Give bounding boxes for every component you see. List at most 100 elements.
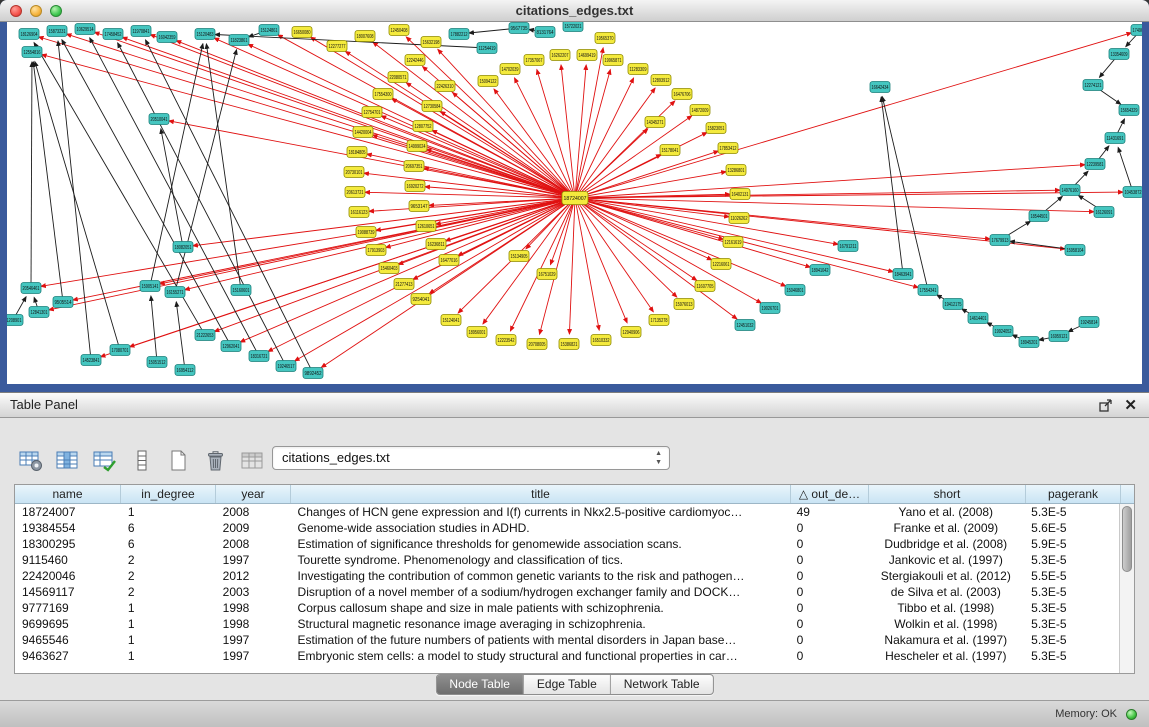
graph-node[interactable]: 8131764	[535, 27, 555, 38]
graph-node[interactable]: 18463941	[893, 269, 913, 280]
graph-node[interactable]: 18956001	[467, 327, 487, 338]
graph-node[interactable]: 11026262	[729, 213, 749, 224]
graph-node[interactable]: 22080571	[388, 72, 408, 83]
graph-node[interactable]: 18126904	[19, 29, 39, 40]
graph-node[interactable]: 15654329	[1119, 105, 1139, 116]
close-window-button[interactable]	[10, 5, 22, 17]
graph-edge[interactable]	[569, 203, 574, 334]
graph-node[interactable]: 19924052	[993, 326, 1013, 337]
graph-edge[interactable]	[151, 296, 157, 357]
table-row[interactable]: 1456911722003Disruption of a novel membe…	[15, 584, 1119, 600]
graph-node[interactable]: 9653147	[409, 201, 429, 212]
graph-node[interactable]: 14420004	[353, 127, 373, 138]
graph-node[interactable]: 12274121	[1083, 80, 1103, 91]
column-header-out_degree[interactable]: △ out_de…	[791, 485, 869, 503]
graph-node[interactable]: 18544501	[1029, 211, 1049, 222]
graph-node[interactable]: 17080701	[110, 345, 130, 356]
graph-node[interactable]: 11431691	[1105, 133, 1125, 144]
graph-edge[interactable]	[33, 62, 62, 297]
minimize-window-button[interactable]	[30, 5, 42, 17]
graph-node[interactable]: 18945201	[1019, 337, 1039, 348]
graph-node[interactable]: 15823051	[706, 123, 726, 134]
graph-edge[interactable]	[579, 201, 677, 297]
graph-node[interactable]: 16791211	[838, 241, 858, 252]
graph-node[interactable]: 9892452	[303, 368, 323, 379]
graph-node[interactable]: 17496912	[1131, 25, 1142, 36]
column-header-name[interactable]: name	[15, 485, 121, 503]
graph-node[interactable]: 15051512	[147, 357, 167, 368]
graph-node[interactable]: 19026701	[760, 303, 780, 314]
graph-edge[interactable]	[881, 97, 902, 269]
graph-edge[interactable]	[882, 97, 927, 285]
delete-table-icon[interactable]	[201, 446, 229, 474]
graph-edge[interactable]	[62, 40, 229, 342]
close-panel-icon[interactable]: ✕	[1124, 395, 1137, 417]
graph-edge[interactable]	[575, 65, 586, 193]
graph-edge[interactable]	[214, 38, 570, 196]
graph-node[interactable]: 15120483	[195, 29, 215, 40]
graph-node[interactable]: 15094122	[478, 76, 498, 87]
window-titlebar[interactable]: citations_edges.txt	[0, 0, 1149, 22]
graph-edge[interactable]	[58, 41, 90, 355]
graph-node[interactable]: 9567735	[509, 23, 529, 34]
graph-edge[interactable]	[576, 70, 610, 194]
graph-node[interactable]: 12242446	[405, 55, 425, 66]
table-row[interactable]: 2242004622012Investigating the contribut…	[15, 568, 1119, 584]
graph-node[interactable]: 16954112	[175, 365, 195, 376]
graph-edge[interactable]	[215, 34, 482, 47]
graph-node[interactable]: 10453872	[1123, 187, 1142, 198]
graph-node[interactable]: 18082051	[173, 242, 193, 253]
graph-node[interactable]: 13286801	[726, 165, 746, 176]
graph-node[interactable]: 19246517	[276, 361, 296, 372]
graph-edge[interactable]	[118, 43, 284, 362]
table-row[interactable]: 977716911998Corpus callosum shape and si…	[15, 600, 1119, 616]
graph-node[interactable]: 13354609	[1109, 49, 1129, 60]
graph-node[interactable]: 17882212	[449, 29, 469, 40]
graph-edge[interactable]	[100, 200, 570, 357]
graph-node[interactable]: 12161619	[723, 237, 743, 248]
graph-node[interactable]: 21222653	[195, 330, 215, 341]
graph-node[interactable]: 16476706	[672, 89, 692, 100]
graph-node[interactable]: 12962041	[221, 341, 241, 352]
graph-edge[interactable]	[580, 165, 1085, 198]
graph-node[interactable]: 17135278	[649, 315, 669, 326]
graph-node[interactable]: 12807752	[413, 121, 433, 132]
graph-node[interactable]: 14702039	[500, 64, 520, 75]
graph-node[interactable]: 12450408	[389, 25, 409, 36]
graph-edge[interactable]	[1098, 146, 1109, 160]
graph-node[interactable]: 12216061	[711, 259, 731, 270]
graph-node[interactable]: 16650080	[292, 27, 312, 38]
graph-node[interactable]: 15958104	[1065, 245, 1085, 256]
graph-node[interactable]: 15160601	[231, 285, 251, 296]
graph-node[interactable]: 16959121	[1049, 331, 1069, 342]
graph-node[interactable]: 20697351	[404, 161, 424, 172]
graph-node[interactable]: 21277413	[394, 279, 414, 290]
graph-node[interactable]: 19965871	[603, 55, 623, 66]
graph-edge[interactable]	[580, 192, 1123, 198]
table-row[interactable]: 911546021997Tourette syndrome. Phenomeno…	[15, 552, 1119, 568]
column-header-pagerank[interactable]: pagerank	[1026, 485, 1121, 503]
graph-edge[interactable]	[34, 297, 37, 307]
graph-node[interactable]: 11970841	[131, 26, 151, 37]
graph-node[interactable]: 17554341	[918, 285, 938, 296]
new-table-icon[interactable]	[164, 446, 192, 474]
graph-node[interactable]: 12239581	[1085, 159, 1105, 170]
graph-edge[interactable]	[580, 200, 786, 286]
graph-node[interactable]: 15873231	[47, 26, 67, 37]
graph-node[interactable]: 20730101	[344, 167, 364, 178]
graph-node[interactable]: 14345271	[645, 117, 665, 128]
graph-node[interactable]: 18007608	[355, 31, 375, 42]
graph-node[interactable]: 16116123	[349, 207, 369, 218]
graph-node[interactable]: 12223542	[496, 335, 516, 346]
graph-edge[interactable]	[580, 33, 1132, 197]
graph-node[interactable]: 12554816	[22, 47, 42, 58]
graph-edge[interactable]	[579, 129, 648, 195]
graph-edge[interactable]	[176, 302, 184, 365]
graph-node[interactable]: 16126091	[1094, 207, 1114, 218]
graph-edge[interactable]	[67, 34, 571, 196]
graph-node[interactable]: 20510041	[149, 114, 169, 125]
column-header-year[interactable]: year	[216, 485, 291, 503]
table-source-dropdown[interactable]: citations_edges.txt ▲▼	[272, 446, 670, 470]
table-scrollbar[interactable]	[1119, 504, 1134, 673]
column-header-title[interactable]: title	[291, 485, 791, 503]
